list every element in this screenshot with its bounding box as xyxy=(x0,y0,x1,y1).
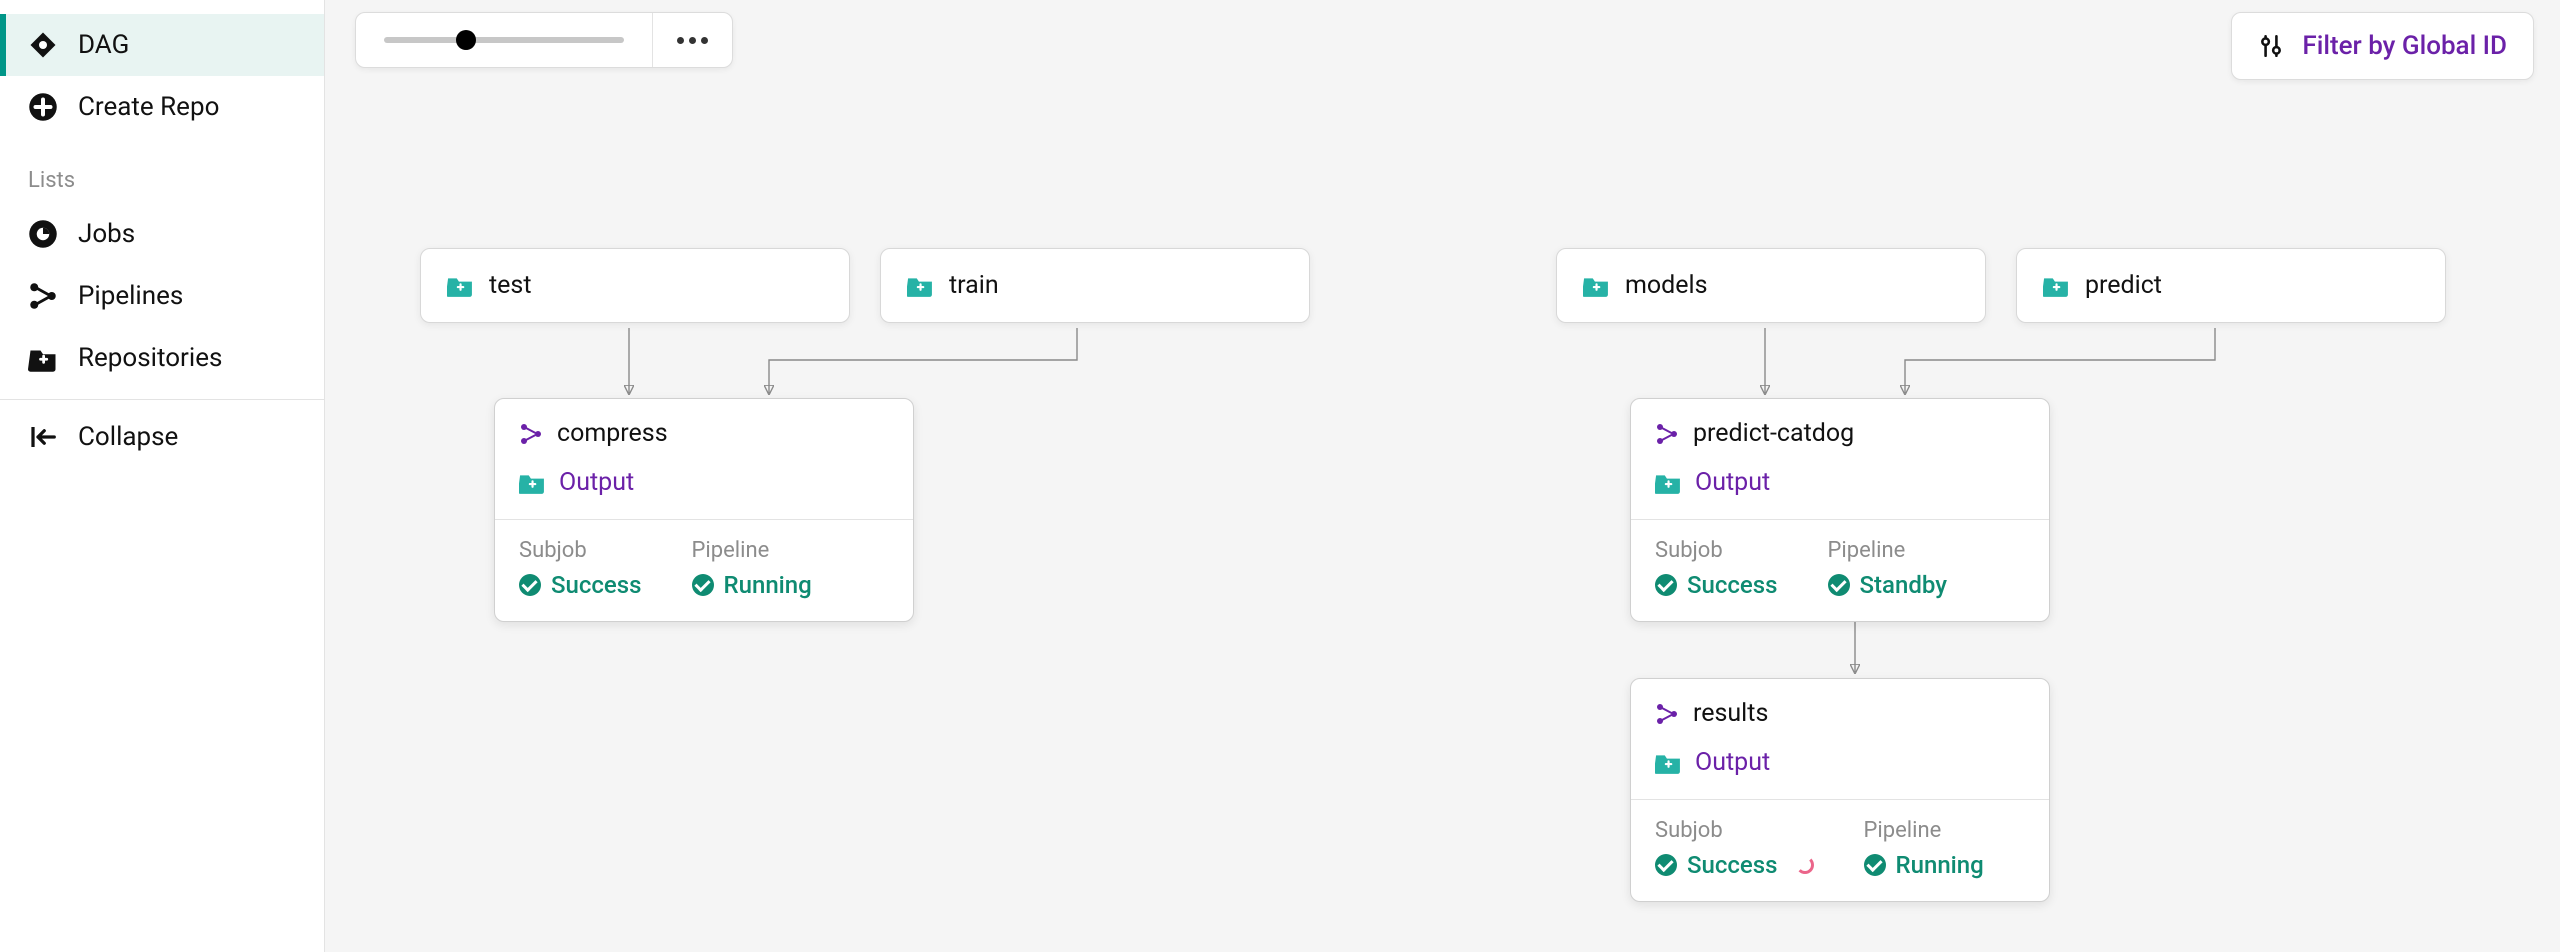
pipeline-status-label: Pipeline xyxy=(1864,818,1984,843)
pipeline-name: results xyxy=(1693,699,1768,728)
repo-node-models[interactable]: models xyxy=(1556,248,1986,323)
pipeline-output-label: Output xyxy=(1695,748,1770,777)
pipeline-node-predict-catdog[interactable]: predict-catdog Output Subjob Success xyxy=(1630,398,2050,622)
pipeline-name: predict-catdog xyxy=(1693,419,1854,448)
repo-label-test: test xyxy=(489,271,532,300)
folder-plus-icon xyxy=(1583,275,1609,297)
jobs-icon xyxy=(28,219,58,249)
pipeline-icon xyxy=(519,422,543,446)
pipeline-header: results xyxy=(1631,679,2049,738)
pipelines-icon xyxy=(28,281,58,311)
pipeline-name: compress xyxy=(557,419,668,448)
sidebar-label-create-repo: Create Repo xyxy=(78,92,219,122)
folder-plus-icon xyxy=(519,472,545,494)
repo-node-predict[interactable]: predict xyxy=(2016,248,2446,323)
subjob-status: Success xyxy=(1655,571,1778,599)
subjob-status: Success xyxy=(1655,851,1814,879)
folder-plus-icon xyxy=(907,275,933,297)
plus-circle-icon xyxy=(28,92,58,122)
sidebar-item-dag[interactable]: DAG xyxy=(0,14,324,76)
pipeline-status: Running xyxy=(1864,851,1984,879)
repo-label-train: train xyxy=(949,271,999,300)
check-icon xyxy=(1655,574,1677,596)
sidebar-item-jobs[interactable]: Jobs xyxy=(0,203,324,265)
check-icon xyxy=(692,574,714,596)
main-canvas[interactable]: Filter by Global ID xyxy=(325,0,2560,952)
repo-label-models: models xyxy=(1625,271,1708,300)
pipeline-icon xyxy=(1655,702,1679,726)
repo-node-train[interactable]: train xyxy=(880,248,1310,323)
pipeline-status-row: Subjob Success Pipeline Running xyxy=(495,520,913,621)
subjob-label: Subjob xyxy=(1655,538,1778,563)
sidebar-section-lists: Lists xyxy=(0,138,324,203)
folder-plus-icon xyxy=(1655,752,1681,774)
pipeline-status-row: Subjob Success Pipeline Running xyxy=(1631,800,2049,901)
pipeline-status: Standby xyxy=(1828,571,1947,599)
pipeline-output[interactable]: Output xyxy=(1631,458,2049,519)
sidebar-label-repositories: Repositories xyxy=(78,343,222,373)
pipeline-status-label: Pipeline xyxy=(692,538,812,563)
spinner-icon xyxy=(1796,856,1814,874)
pipeline-node-results[interactable]: results Output Subjob Success xyxy=(1630,678,2050,902)
pipeline-output-label: Output xyxy=(559,468,634,497)
check-icon xyxy=(1655,854,1677,876)
pipeline-status-label: Pipeline xyxy=(1828,538,1947,563)
pipeline-output[interactable]: Output xyxy=(495,458,913,519)
pipeline-status: Running xyxy=(692,571,812,599)
sidebar-item-pipelines[interactable]: Pipelines xyxy=(0,265,324,327)
repo-label-predict: predict xyxy=(2085,271,2162,300)
sidebar-label-jobs: Jobs xyxy=(78,219,135,249)
pipeline-status-row: Subjob Success Pipeline Standby xyxy=(1631,520,2049,621)
check-icon xyxy=(1828,574,1850,596)
sidebar-item-create-repo[interactable]: Create Repo xyxy=(0,76,324,138)
collapse-icon xyxy=(28,422,58,452)
check-icon xyxy=(1864,854,1886,876)
sidebar-label-dag: DAG xyxy=(78,30,129,60)
sidebar-item-repositories[interactable]: Repositories xyxy=(0,327,324,389)
dag-canvas: test train models predict compress xyxy=(325,0,2560,952)
sidebar-collapse[interactable]: Collapse xyxy=(0,400,324,474)
dag-icon xyxy=(28,30,58,60)
pipeline-header: predict-catdog xyxy=(1631,399,2049,458)
repositories-icon xyxy=(28,343,58,373)
folder-plus-icon xyxy=(2043,275,2069,297)
pipeline-header: compress xyxy=(495,399,913,458)
sidebar: DAG Create Repo Lists Jobs Pipelines Rep… xyxy=(0,0,325,952)
pipeline-output[interactable]: Output xyxy=(1631,738,2049,799)
pipeline-output-label: Output xyxy=(1695,468,1770,497)
folder-plus-icon xyxy=(447,275,473,297)
pipeline-node-compress[interactable]: compress Output Subjob Success xyxy=(494,398,914,622)
check-icon xyxy=(519,574,541,596)
subjob-status: Success xyxy=(519,571,642,599)
sidebar-label-pipelines: Pipelines xyxy=(78,281,183,311)
pipeline-icon xyxy=(1655,422,1679,446)
sidebar-label-collapse: Collapse xyxy=(78,422,178,452)
subjob-label: Subjob xyxy=(1655,818,1814,843)
repo-node-test[interactable]: test xyxy=(420,248,850,323)
subjob-label: Subjob xyxy=(519,538,642,563)
folder-plus-icon xyxy=(1655,472,1681,494)
